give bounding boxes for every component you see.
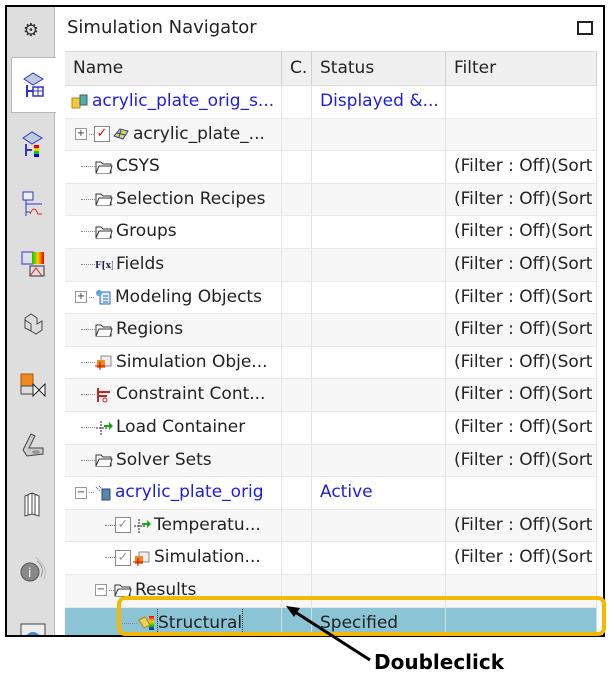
doubleclick-annotation: Doubleclick xyxy=(374,650,505,674)
callout-arrow xyxy=(286,606,371,662)
